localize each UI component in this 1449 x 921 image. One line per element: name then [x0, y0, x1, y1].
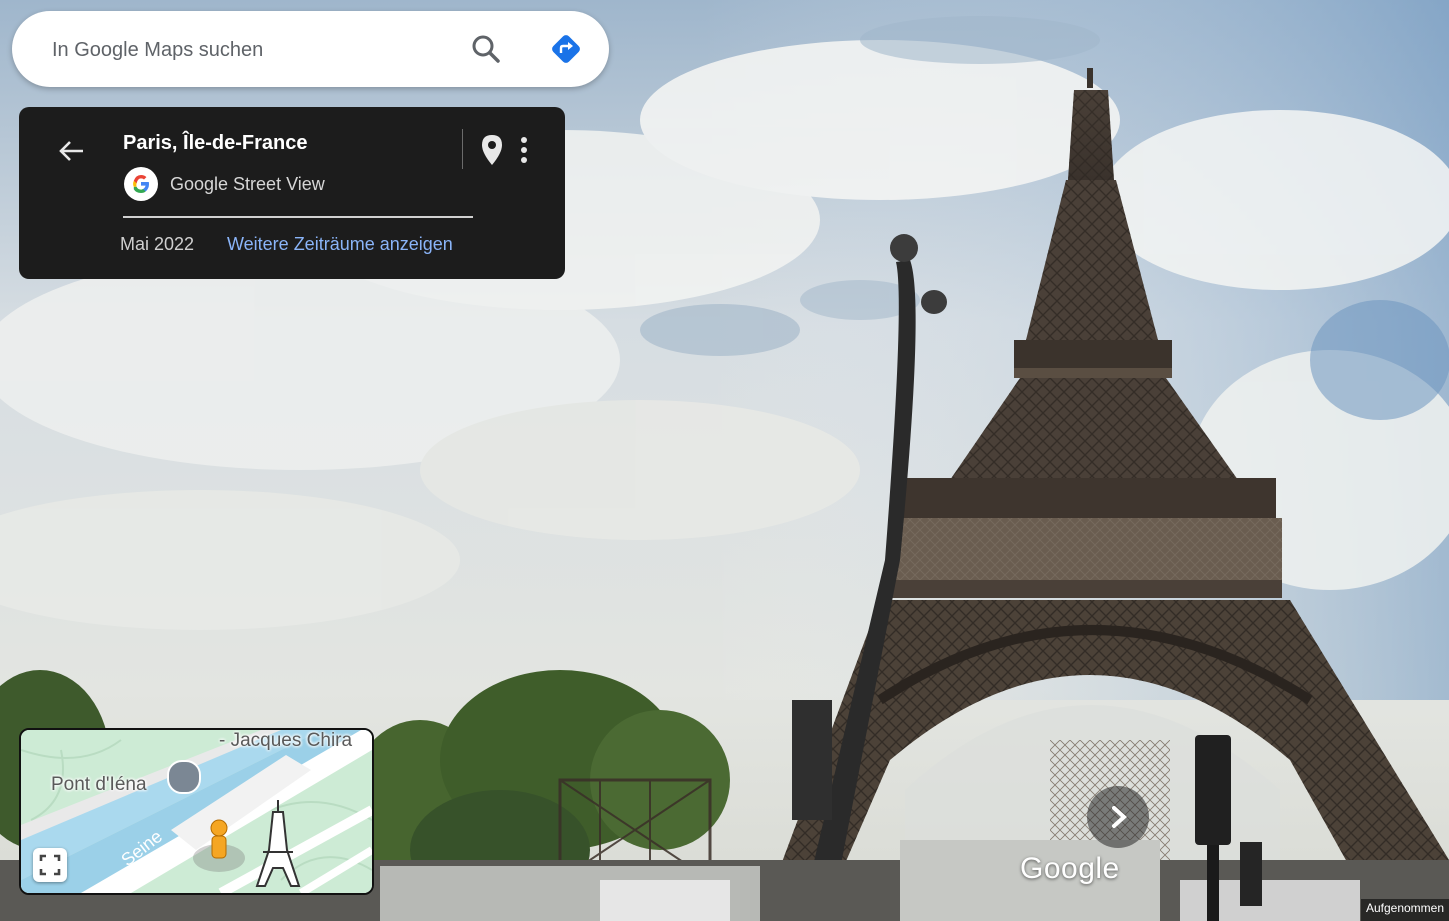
divider — [123, 216, 473, 218]
fullscreen-button[interactable] — [33, 848, 67, 882]
divider — [462, 129, 463, 169]
search-input[interactable] — [50, 33, 454, 67]
capture-date: Mai 2022 — [120, 234, 195, 254]
search-button[interactable] — [468, 31, 504, 67]
more-dates-link[interactable]: Weitere Zeiträume anzeigen — [227, 234, 453, 255]
fullscreen-icon — [39, 854, 61, 876]
imagery-provider: Google Street View — [170, 174, 325, 194]
search-bar — [12, 11, 609, 87]
place-title: Paris, Île-de-France — [123, 132, 308, 154]
capture-footer: Aufgenommen — [1360, 899, 1449, 921]
chevron-right-icon — [1112, 806, 1127, 828]
search-icon — [472, 35, 500, 63]
map-pin-icon — [482, 135, 502, 165]
road-label: - Jacques Chira — [219, 730, 353, 751]
more-vert-icon — [521, 137, 527, 163]
bridge-label: Pont d'Iéna — [51, 774, 147, 795]
navigate-forward-button[interactable] — [1087, 786, 1149, 848]
mini-map[interactable]: - Jacques Chira Pont d'Iéna Seine — [19, 728, 374, 895]
back-button[interactable] — [55, 135, 87, 167]
directions-button[interactable] — [548, 31, 584, 67]
arrow-left-icon — [59, 141, 83, 161]
pegman-icon[interactable] — [210, 819, 228, 859]
google-watermark: Google — [1020, 852, 1120, 885]
show-on-map-button[interactable] — [478, 133, 506, 167]
more-options-button[interactable] — [515, 133, 533, 167]
street-view-panorama[interactable]: Paris, Île-de-France Google Street View … — [0, 0, 1449, 921]
street-view-info-card: Paris, Île-de-France Google Street View … — [19, 107, 565, 279]
google-g-logo — [124, 167, 158, 201]
mini-map-graphic — [21, 730, 372, 893]
directions-icon — [552, 35, 580, 63]
bridge-icon — [167, 760, 201, 794]
